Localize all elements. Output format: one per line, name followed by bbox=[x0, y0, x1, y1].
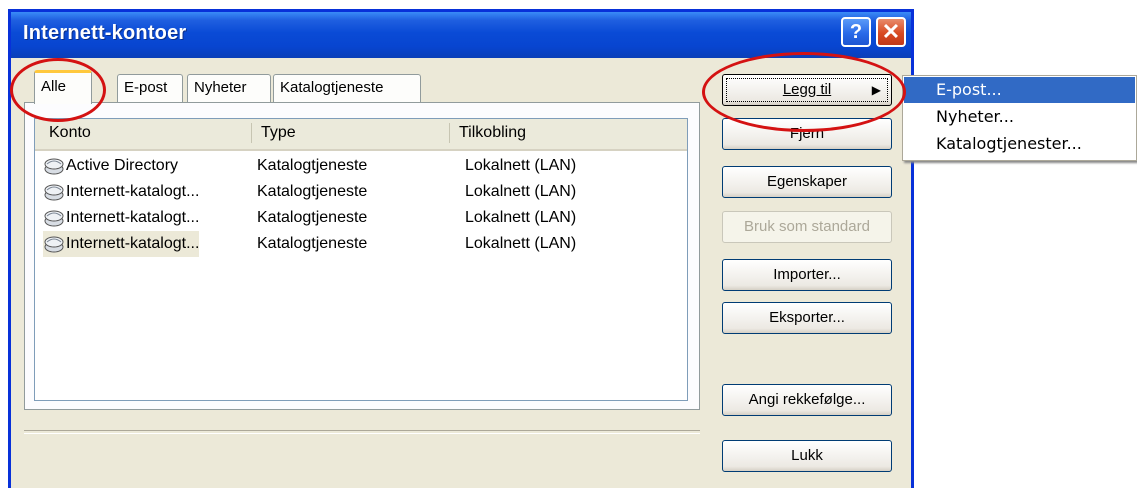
account-name: Internett-katalogt... bbox=[66, 235, 200, 252]
account-name: Internett-katalogt... bbox=[66, 183, 200, 200]
add-button[interactable]: Legg til ▶ bbox=[722, 74, 892, 106]
properties-button[interactable]: Egenskaper bbox=[722, 166, 892, 198]
title-bar[interactable]: Internett-kontoer ? ✕ bbox=[11, 12, 911, 58]
column-divider bbox=[449, 123, 450, 143]
separator bbox=[24, 430, 700, 434]
account-type: Katalogtjeneste bbox=[257, 183, 368, 200]
directory-service-icon bbox=[44, 236, 64, 253]
tab-e-post[interactable]: E-post bbox=[117, 74, 183, 102]
directory-service-icon bbox=[44, 184, 64, 201]
add-menu: E-post... Nyheter... Katalogtjenester... bbox=[902, 75, 1137, 161]
tab-nyheter[interactable]: Nyheter bbox=[187, 74, 271, 102]
dialog-title: Internett-kontoer bbox=[23, 22, 187, 44]
account-connection: Lokalnett (LAN) bbox=[465, 183, 577, 200]
help-button[interactable]: ? bbox=[841, 17, 871, 47]
menu-item-katalogtjenester[interactable]: Katalogtjenester... bbox=[904, 131, 1135, 157]
import-button[interactable]: Importer... bbox=[722, 259, 892, 291]
close-button[interactable]: Lukk bbox=[722, 440, 892, 472]
column-header-konto[interactable]: Konto bbox=[45, 119, 249, 147]
directory-service-icon bbox=[44, 210, 64, 227]
account-type: Katalogtjeneste bbox=[257, 209, 368, 226]
tab-katalogtjeneste[interactable]: Katalogtjeneste bbox=[273, 74, 421, 102]
set-order-button[interactable]: Angi rekkefølge... bbox=[722, 384, 892, 416]
close-window-button[interactable]: ✕ bbox=[876, 17, 906, 47]
set-default-button[interactable]: Bruk som standard bbox=[722, 211, 892, 243]
menu-item-e-post[interactable]: E-post... bbox=[904, 77, 1135, 103]
account-connection: Lokalnett (LAN) bbox=[465, 235, 577, 252]
column-header-type[interactable]: Type bbox=[257, 119, 461, 147]
remove-button[interactable]: Fjern bbox=[722, 118, 892, 150]
accounts-list[interactable]: Konto Type Tilkobling Active Directory K… bbox=[34, 118, 688, 401]
account-connection: Lokalnett (LAN) bbox=[465, 209, 577, 226]
column-divider bbox=[251, 123, 252, 143]
export-button[interactable]: Eksporter... bbox=[722, 302, 892, 334]
directory-service-icon bbox=[44, 158, 64, 175]
account-connection: Lokalnett (LAN) bbox=[465, 157, 577, 174]
account-type: Katalogtjeneste bbox=[257, 235, 368, 252]
add-button-label: Legg til bbox=[782, 81, 832, 98]
account-type: Katalogtjeneste bbox=[257, 157, 368, 174]
tab-alle[interactable]: Alle bbox=[34, 70, 92, 104]
menu-item-nyheter[interactable]: Nyheter... bbox=[904, 104, 1135, 130]
account-name: Internett-katalogt... bbox=[66, 209, 200, 226]
column-header-tilkobling[interactable]: Tilkobling bbox=[455, 119, 659, 147]
list-header: Konto Type Tilkobling bbox=[35, 119, 687, 151]
submenu-arrow-icon: ▶ bbox=[871, 83, 881, 97]
account-name: Active Directory bbox=[66, 157, 179, 174]
